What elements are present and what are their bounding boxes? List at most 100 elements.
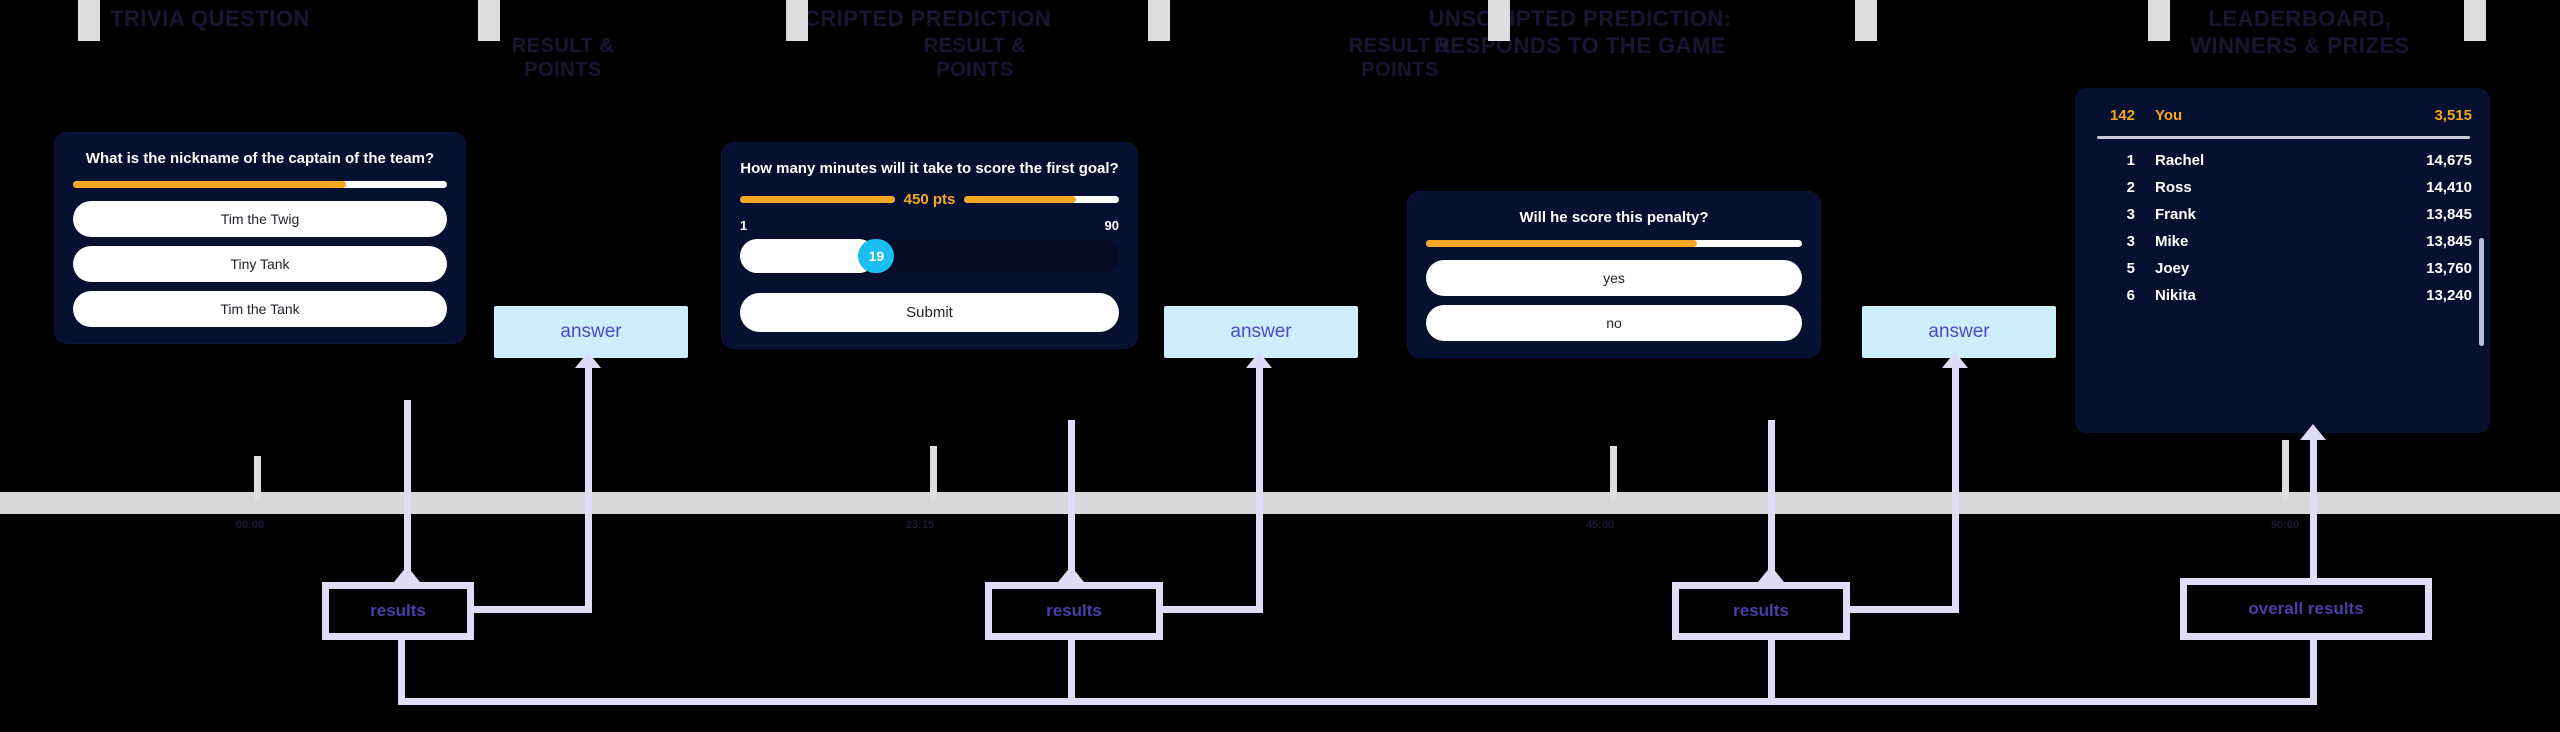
unscripted-option-yes[interactable]: yes [1426,259,1802,296]
unscripted-prediction-card: Will he score this penalty? yes no [1408,192,1820,357]
row-rank: 1 [2126,152,2135,169]
row-name: Nikita [2155,287,2196,304]
timeline-label-3: 45:00 [1585,519,1615,531]
answer-chip-label: answer [1928,321,1990,342]
row-rank: 3 [2126,206,2135,223]
timeline-stem-2 [930,446,937,500]
connector-overall-to-leaderboard [2310,436,2317,582]
table-row: 5 Joey 13,760 [2093,255,2472,282]
timeline-stem-1 [254,456,261,500]
trivia-question-card: What is the nickname of the captain of t… [55,133,465,343]
bus-drop-3 [1768,640,1775,704]
trivia-option-3[interactable]: Tim the Tank [73,290,447,327]
arrow-into-answer2 [1246,352,1272,368]
timeline-marker-2 [478,0,500,41]
flow-box-results-1: results [322,582,474,640]
timeline-label-1: 00:00 [235,519,265,531]
unscripted-question-text: Will he score this penalty? [1519,209,1709,226]
scripted-range-min: 1 [740,217,748,233]
row-name: Joey [2155,260,2190,277]
section-title-result-2: RESULT & POINTS [923,35,1027,82]
scripted-points-label: 450 pts [903,190,956,208]
row-rank: 3 [2126,233,2135,250]
answer-chip-label: answer [1230,321,1292,342]
scripted-range-max: 90 [1104,217,1119,233]
you-name: You [2155,107,2183,124]
answer-chip-label: answer [560,321,622,342]
timeline-marker-4 [1148,0,1170,41]
unscripted-option-no[interactable]: no [1426,304,1802,341]
slider-knob[interactable]: 19 [858,238,895,273]
scripted-progress-bar-right [964,195,1120,203]
bus-drop-2 [1068,640,1075,704]
table-row: 3 Mike 13,845 [2093,228,2472,255]
timeline-marker-3 [786,0,808,41]
row-name: Mike [2155,233,2189,250]
row-name: Ross [2155,179,2192,196]
section-title-result-3: RESULT & POINTS [1348,35,1452,82]
table-row: 2 Ross 14,410 [2093,174,2472,201]
you-score: 3,515 [2434,107,2472,124]
flow-box-label: results [370,601,426,620]
connector-answer3-to-results3 [1850,606,1959,613]
leaderboard-panel: 142 You 3,515 1 Rachel 14,675 2 Ross 14,… [2075,88,2490,433]
timeline-label-2: 23:15 [905,519,935,531]
flow-box-label: overall results [2248,599,2364,618]
scripted-progress-row: 450 pts [740,190,1120,208]
leaderboard-scrollbar[interactable] [2479,238,2484,346]
submit-button[interactable]: Submit [740,292,1119,332]
timeline-marker-1 [78,0,100,41]
flow-box-overall-results: overall results [2180,578,2432,640]
timeline-marker-6 [1855,0,1877,41]
row-rank: 5 [2126,260,2135,277]
row-rank: 6 [2126,287,2135,304]
flow-box-label: results [1733,601,1789,620]
row-name: Frank [2155,206,2196,223]
section-title-result-1: RESULT & POINTS [511,35,615,82]
section-title-trivia: TRIVIA QUESTION [110,6,310,31]
bottom-aggregation-bus [398,698,2317,705]
scripted-prediction-card: How many minutes will it take to score t… [722,143,1137,348]
row-score: 14,410 [2426,179,2472,196]
answer-chip-3: answer [1854,306,2056,363]
bus-drop-1 [398,640,405,704]
connector-card2-to-results2 [1068,420,1075,582]
scripted-range-row: 1 90 [740,218,1119,233]
flow-box-results-2: results [985,582,1163,640]
bus-drop-4 [2310,640,2317,704]
match-timeline [0,492,2560,514]
row-score: 13,845 [2426,206,2472,223]
table-row: 1 Rachel 14,675 [2093,147,2472,174]
trivia-option-1[interactable]: Tim the Twig [73,200,447,237]
connector-answer1-to-results1 [474,606,592,613]
table-row: 6 Nikita 13,240 [2093,282,2472,309]
connector-card3-to-results3 [1768,420,1775,582]
arrow-into-answer3 [1942,352,1968,368]
connector-answer1-stem [585,358,592,606]
flow-box-label: results [1046,601,1102,620]
unscripted-progress-bar [1426,239,1802,247]
you-rank: 142 [2109,107,2135,124]
arrow-into-results1 [394,566,420,582]
leaderboard-divider [2097,136,2470,139]
trivia-option-2[interactable]: Tiny Tank [73,245,447,282]
connector-card1-to-results1 [404,400,411,582]
trivia-question-text: What is the nickname of the captain of t… [85,150,435,167]
timeline-marker-5 [1488,0,1510,41]
row-score: 13,760 [2426,260,2472,277]
arrow-into-leaderboard [2300,424,2326,440]
flow-box-results-3: results [1672,582,1850,640]
scripted-minute-slider[interactable]: 19 [740,238,1119,273]
connector-answer3-stem [1952,358,1959,606]
scripted-question-text: How many minutes will it take to score t… [740,160,1119,177]
row-score: 13,240 [2426,287,2472,304]
timeline-stem-3 [1610,446,1617,500]
connector-answer2-to-results2 [1163,606,1263,613]
timeline-stem-4 [2282,440,2289,500]
slider-fill [740,238,877,273]
row-rank: 2 [2126,179,2135,196]
timeline-marker-8 [2464,0,2486,41]
answer-chip-2: answer [1156,306,1358,363]
row-name: Rachel [2155,152,2205,169]
row-score: 14,675 [2426,152,2472,169]
